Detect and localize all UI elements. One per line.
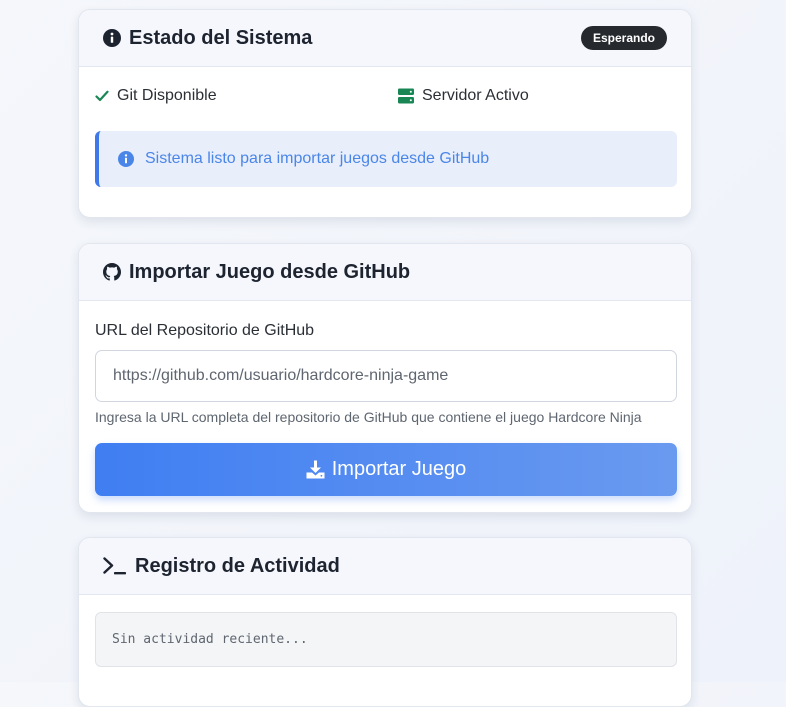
repo-url-input[interactable]	[95, 350, 677, 402]
info-alert-text: Sistema listo para importar juegos desde…	[145, 150, 490, 167]
repo-url-label: URL del Repositorio de GitHub	[95, 322, 315, 339]
status-item-git: Git Disponible	[95, 87, 217, 105]
repo-url-help-text: Ingresa la URL completa del repositorio …	[95, 409, 642, 425]
status-card-title: Estado del Sistema	[129, 26, 313, 49]
download-icon	[306, 460, 325, 479]
status-item-server-label: Servidor Activo	[422, 87, 529, 104]
info-icon	[118, 151, 134, 167]
import-card-header: Importar Juego desde GitHub	[79, 244, 691, 301]
import-game-button[interactable]: Importar Juego	[95, 443, 677, 496]
info-alert: Sistema listo para importar juegos desde…	[95, 131, 677, 187]
status-card-header: Estado del Sistema Esperando	[79, 10, 691, 67]
import-card-title: Importar Juego desde GitHub	[129, 260, 411, 283]
check-icon	[95, 90, 109, 102]
log-card-header: Registro de Actividad	[79, 538, 691, 595]
system-status-card: Estado del Sistema Esperando Git Disponi…	[78, 9, 692, 218]
terminal-icon	[103, 557, 127, 575]
status-item-server: Servidor Activo	[398, 87, 529, 105]
activity-log-empty-text: Sin actividad reciente...	[112, 632, 308, 647]
import-game-card: Importar Juego desde GitHub URL del Repo…	[78, 243, 692, 513]
status-badge: Esperando	[580, 26, 667, 50]
server-icon	[398, 88, 414, 104]
info-circle-icon	[103, 29, 121, 47]
activity-log: Sin actividad reciente...	[95, 612, 677, 667]
log-card-title: Registro de Actividad	[135, 554, 340, 577]
status-item-git-label: Git Disponible	[117, 87, 217, 104]
import-game-button-label: Importar Juego	[331, 458, 467, 480]
github-icon	[103, 263, 121, 281]
